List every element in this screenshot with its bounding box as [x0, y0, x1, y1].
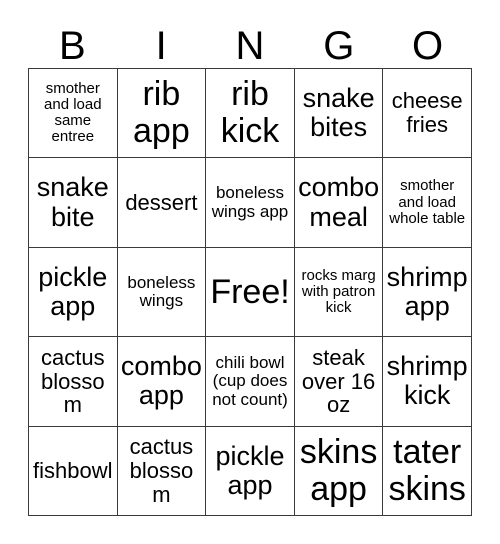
- bingo-cell-r4c4[interactable]: steak over 16 oz: [294, 337, 384, 427]
- bingo-cell-r1c1[interactable]: smother and load same entree: [29, 69, 118, 159]
- bingo-cell-label: chili bowl (cup does not count): [212, 352, 288, 409]
- bingo-cell-label: boneless wings: [127, 272, 196, 310]
- bingo-cell-r5c2[interactable]: cactus blossom: [117, 426, 207, 516]
- bingo-cell-label: cactus blossom: [129, 434, 194, 507]
- bingo-cell-label: snake bites: [302, 83, 375, 143]
- bingo-cell-r5c1[interactable]: fishbowl: [29, 426, 118, 516]
- bingo-cell-r5c5[interactable]: tater skins: [383, 426, 472, 516]
- bingo-cell-label: shrimp kick: [386, 351, 468, 411]
- bingo-cell-r3c2[interactable]: boneless wings: [117, 247, 207, 338]
- bingo-cell-label: shrimp app: [386, 261, 468, 321]
- bingo-cell-r1c2[interactable]: rib app: [117, 69, 207, 159]
- bingo-cell-label: rib kick: [220, 75, 280, 151]
- bingo-cell-r2c5[interactable]: smother and load whole table: [383, 158, 472, 248]
- bingo-cell-label: steak over 16 oz: [301, 344, 376, 418]
- bingo-cell-r4c5[interactable]: shrimp kick: [383, 337, 472, 427]
- bingo-cell-r1c4[interactable]: snake bites: [294, 69, 384, 159]
- bingo-cell-label: snake bite: [36, 172, 109, 232]
- bingo-cell-r2c1[interactable]: snake bite: [29, 158, 118, 248]
- bingo-cell-r1c5[interactable]: cheese fries: [383, 69, 472, 159]
- bingo-cell-label: boneless wings app: [211, 183, 289, 221]
- bingo-header-letter-g: G: [323, 24, 355, 68]
- bingo-cell-free-space[interactable]: Free!: [206, 247, 295, 338]
- bingo-cell-r3c4[interactable]: rocks marg with patron kick: [294, 247, 384, 338]
- bingo-cell-label: cactus blossom: [41, 344, 105, 418]
- bingo-cell-label: fishbowl: [33, 457, 113, 483]
- bingo-cell-label: smother and load same entree: [44, 79, 102, 146]
- bingo-header-letter-i: I: [155, 24, 167, 68]
- bingo-cell-r5c4[interactable]: skins app: [294, 426, 384, 516]
- bingo-cell-r2c3[interactable]: boneless wings app: [206, 158, 295, 248]
- bingo-cell-label: combo app: [120, 351, 202, 411]
- bingo-cell-r4c1[interactable]: cactus blossom: [29, 337, 118, 427]
- bingo-header-letter-n: N: [235, 24, 265, 68]
- bingo-cell-r3c5[interactable]: shrimp app: [383, 247, 472, 338]
- bingo-cell-r2c2[interactable]: dessert: [117, 158, 207, 248]
- bingo-cell-label: cheese fries: [391, 88, 463, 138]
- bingo-cell-label: skins app: [299, 433, 378, 508]
- bingo-cell-r2c4[interactable]: combo meal: [294, 158, 384, 248]
- bingo-grid: smother and load same entree rib app rib…: [28, 68, 472, 516]
- bingo-header-letter-b: B: [59, 24, 86, 68]
- bingo-cell-label: tater skins: [388, 433, 466, 508]
- bingo-cell-r1c3[interactable]: rib kick: [206, 69, 295, 159]
- bingo-header-row: B I N G O: [28, 16, 472, 68]
- bingo-card: B I N G O smother and load same entree r…: [0, 0, 500, 544]
- bingo-cell-r3c1[interactable]: pickle app: [29, 247, 118, 338]
- bingo-header-letter-o: O: [412, 24, 444, 68]
- bingo-cell-r5c3[interactable]: pickle app: [206, 426, 295, 516]
- bingo-cell-label: pickle app: [38, 261, 108, 321]
- bingo-cell-label: dessert: [125, 189, 198, 215]
- bingo-free-space-label: Free!: [210, 272, 290, 311]
- bingo-cell-label: rib app: [133, 75, 190, 151]
- bingo-cell-label: combo meal: [298, 172, 380, 232]
- bingo-cell-label: rocks marg with patron kick: [301, 266, 376, 317]
- bingo-cell-r4c2[interactable]: combo app: [117, 337, 207, 427]
- bingo-cell-label: smother and load whole table: [389, 177, 466, 227]
- bingo-cell-r4c3[interactable]: chili bowl (cup does not count): [206, 337, 295, 427]
- bingo-cell-label: pickle app: [215, 440, 285, 500]
